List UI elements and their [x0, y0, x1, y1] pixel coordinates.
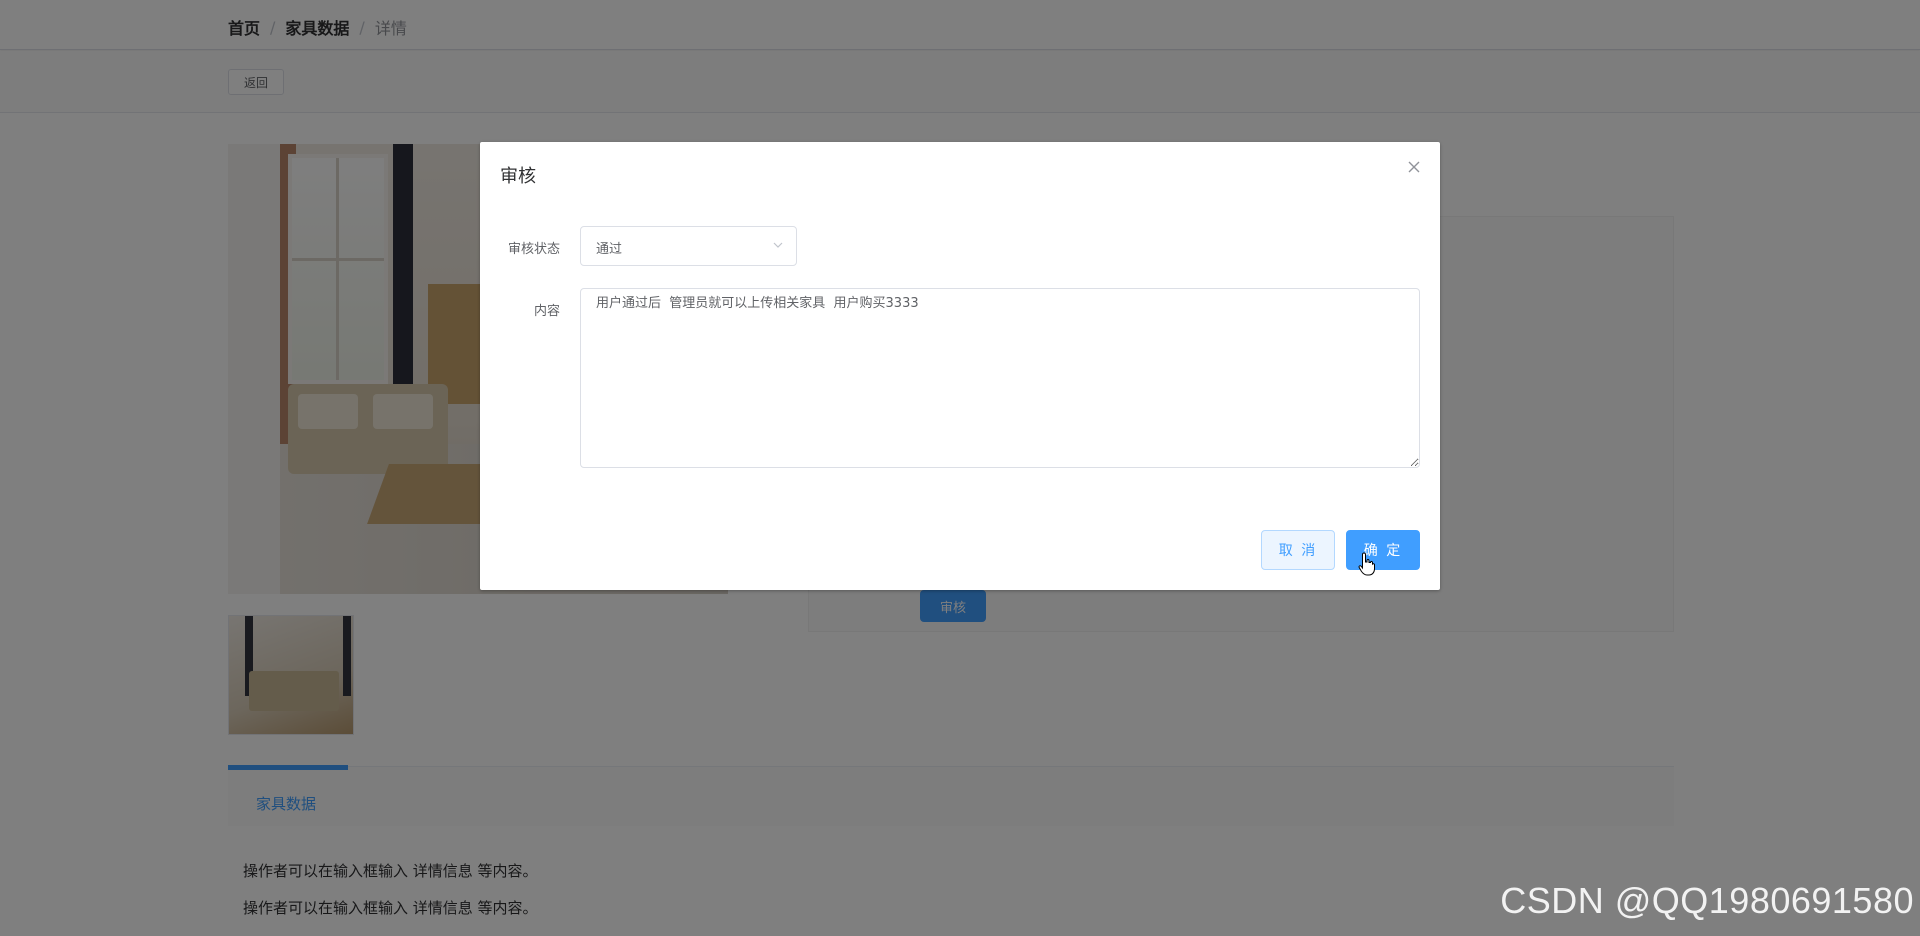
audit-dialog: 审核 审核状态 通过 内容 用户通过后 管理员就可以上传相关家具 用户购买333… — [480, 142, 1440, 590]
close-icon[interactable] — [1406, 160, 1422, 176]
hand-cursor-icon — [1358, 552, 1375, 576]
cancel-button[interactable]: 取 消 — [1261, 530, 1335, 570]
watermark: CSDN @QQ1980691580 — [1500, 880, 1914, 921]
dialog-title: 审核 — [500, 166, 536, 187]
status-select-value: 通过 — [596, 242, 623, 257]
status-select[interactable]: 通过 — [580, 226, 797, 266]
chevron-down-icon — [772, 239, 784, 251]
content-textarea[interactable]: 用户通过后 管理员就可以上传相关家具 用户购买3333 — [580, 288, 1420, 468]
content-label: 内容 — [533, 304, 560, 319]
status-label: 审核状态 — [507, 242, 560, 257]
